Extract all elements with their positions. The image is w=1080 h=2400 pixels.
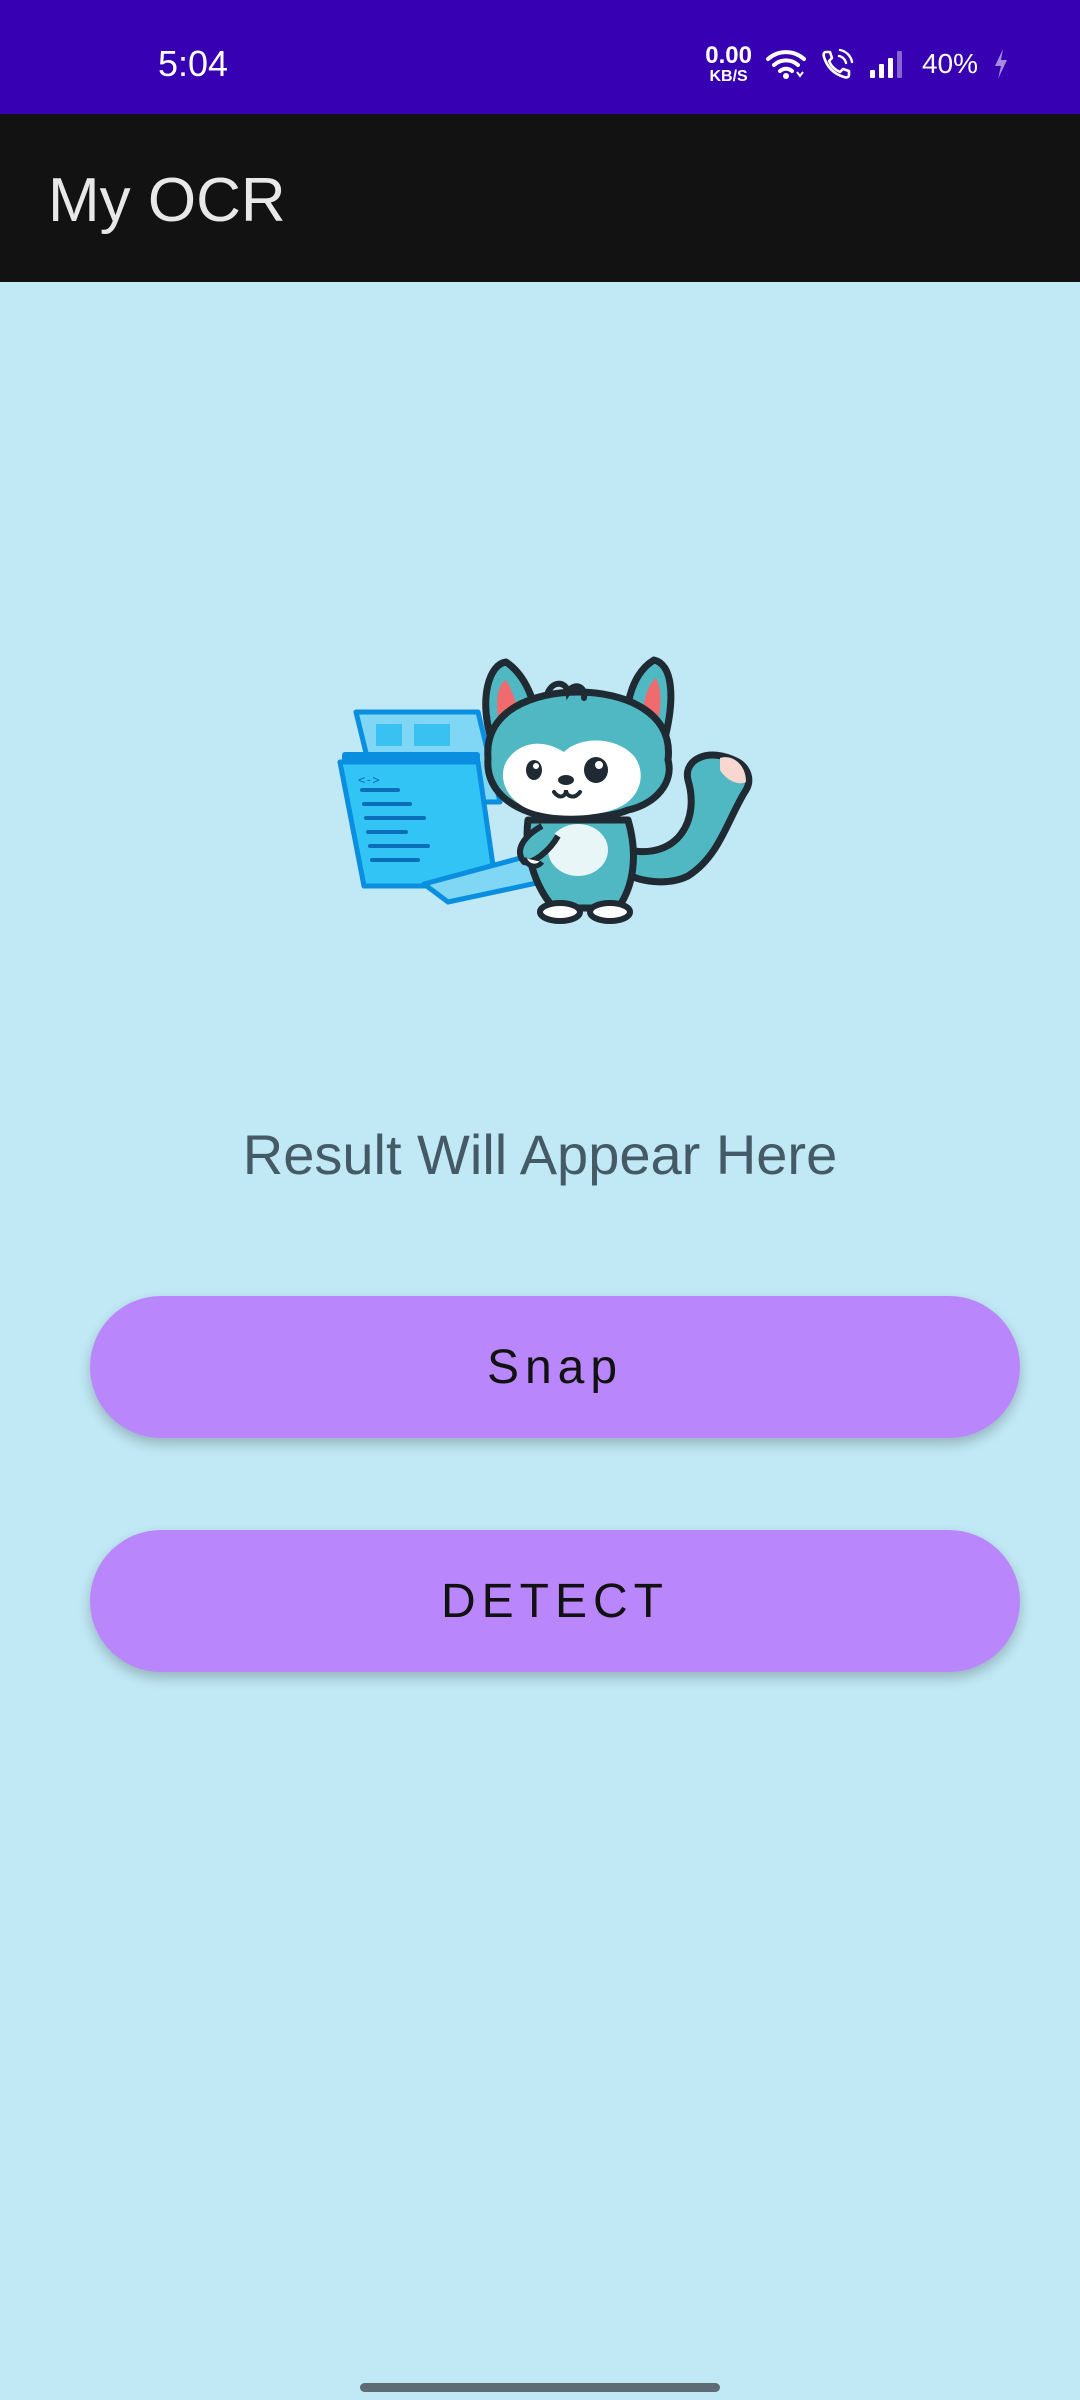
status-time: 5:04	[158, 43, 229, 84]
fox-laptop-illustration: <->	[328, 650, 758, 940]
wifi-calling-icon	[820, 48, 854, 80]
app-title: My OCR	[48, 166, 286, 235]
network-speed: 0.00 KB/S	[705, 41, 752, 85]
home-indicator[interactable]	[360, 2383, 720, 2392]
wifi-icon	[765, 48, 806, 80]
detect-button[interactable]: DETECT	[90, 1530, 1020, 1672]
app-bar: My OCR	[0, 114, 1080, 282]
signal-icon	[868, 48, 908, 80]
status-icons: 0.00 KB/S 40%	[705, 38, 1010, 90]
snap-button[interactable]: Snap	[90, 1296, 1020, 1438]
svg-text:<->: <->	[358, 773, 380, 787]
battery-charging-icon	[992, 48, 1010, 80]
network-speed-unit: KB/S	[709, 67, 748, 85]
status-bar: 5:04 0.00 KB/S 40%	[0, 0, 1080, 114]
battery-percentage: 40%	[921, 48, 978, 79]
network-speed-value: 0.00	[705, 41, 752, 69]
result-text: Result Will Appear Here	[242, 1123, 838, 1186]
